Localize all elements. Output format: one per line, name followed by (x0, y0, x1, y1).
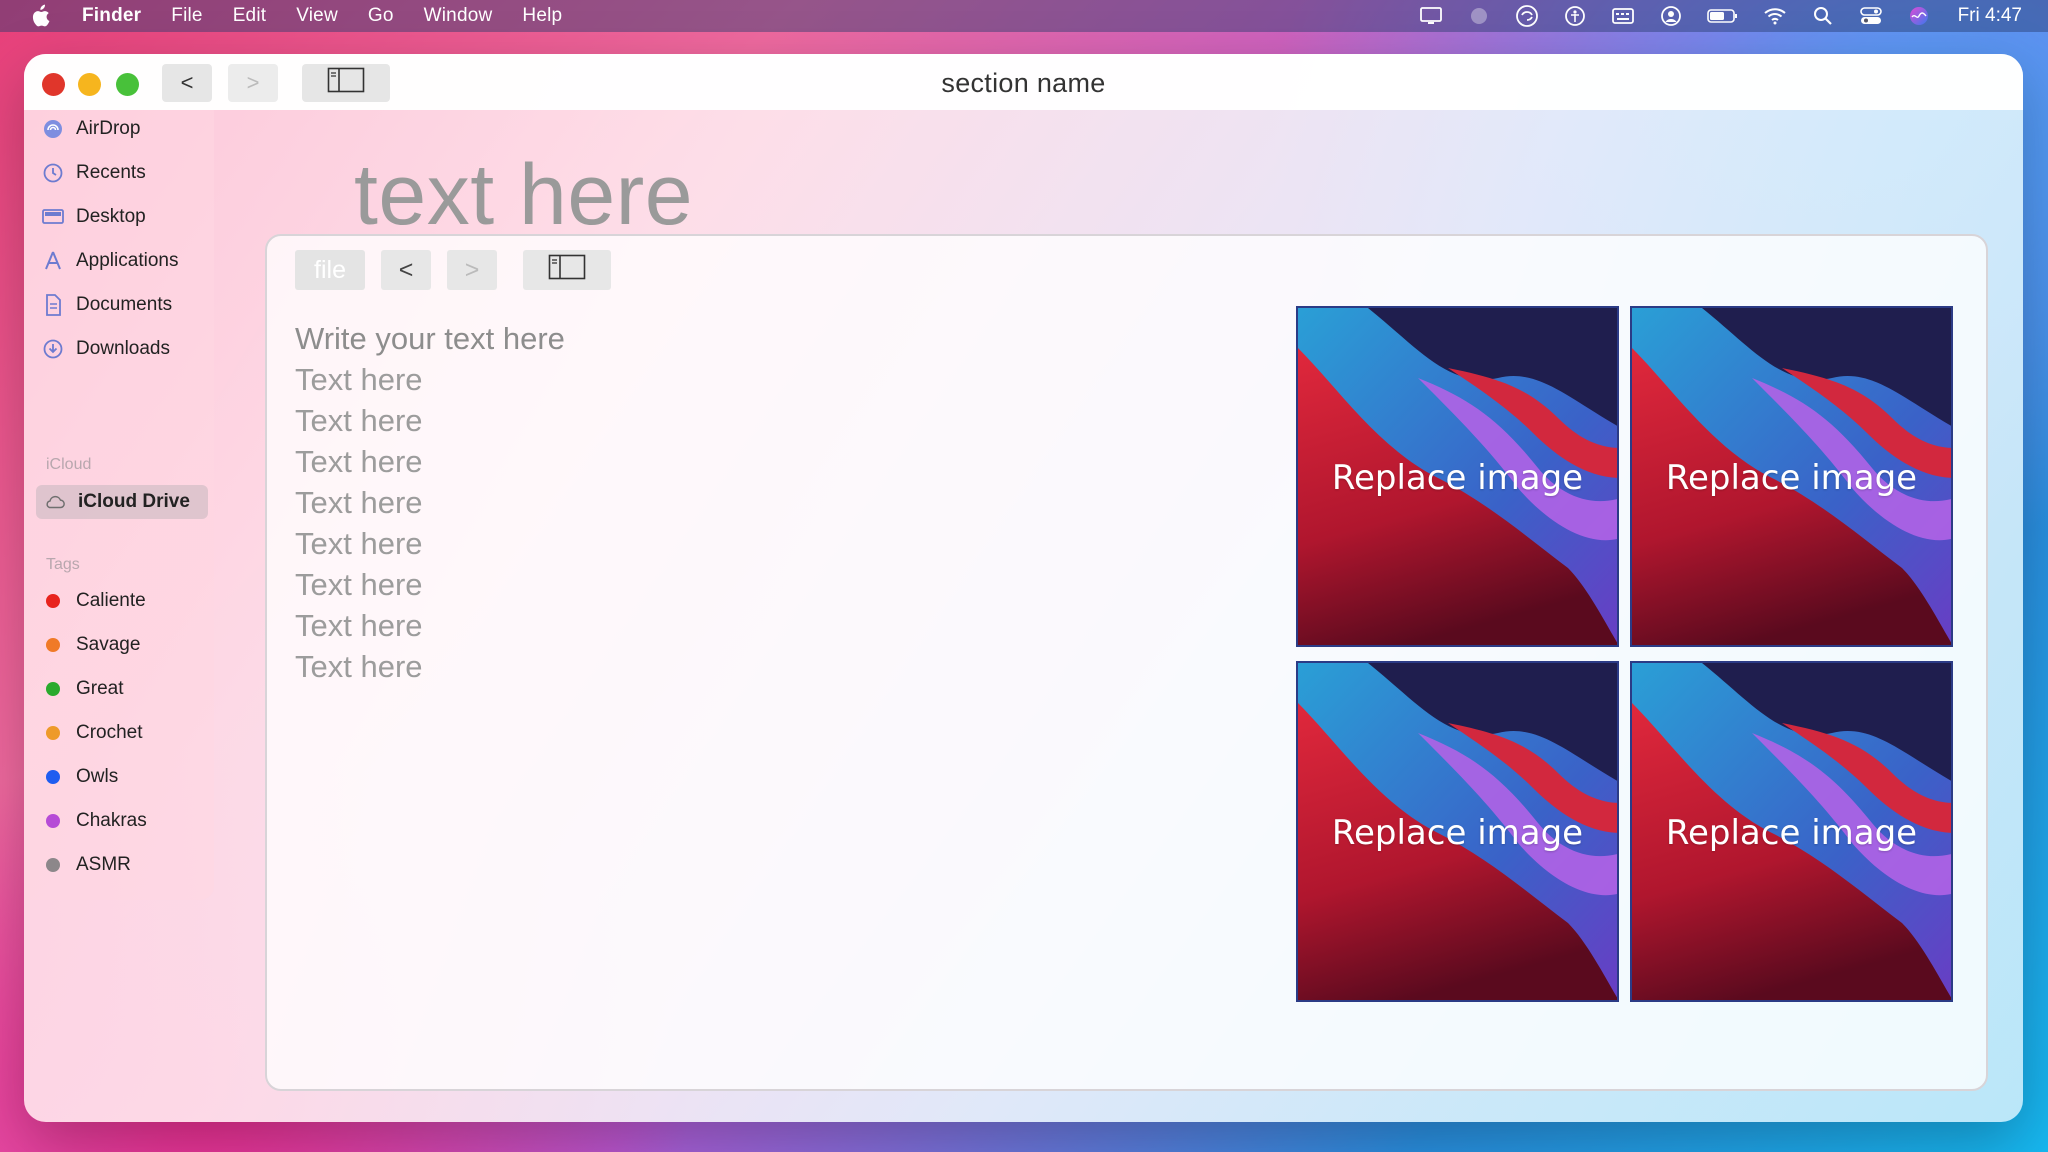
sidebar-item-applications[interactable]: Applications (42, 244, 212, 278)
sidebar-tag-chakras[interactable]: Chakras (42, 804, 212, 838)
image-caption: Replace image (1331, 458, 1584, 498)
sidebar-item-label: Owls (76, 766, 119, 787)
sidebar-item-airdrop[interactable]: AirDrop (42, 112, 212, 146)
tag-dot-icon (46, 770, 60, 784)
menu-edit[interactable]: Edit (233, 5, 267, 27)
control-center-icon[interactable] (1858, 5, 1884, 27)
image-placeholder[interactable]: Replace image (1630, 306, 1953, 647)
sidebar-item-label: Recents (76, 162, 146, 183)
sidebar-item-label: Caliente (76, 590, 146, 611)
menu-help[interactable]: Help (522, 5, 562, 27)
file-button[interactable]: file (295, 250, 365, 290)
text-block: Write your text here Text here Text here… (295, 318, 565, 687)
keyboard-icon[interactable] (1610, 5, 1636, 27)
image-caption: Replace image (1665, 813, 1918, 853)
sidebar-item-documents[interactable]: Documents (42, 288, 212, 322)
apple-logo-icon[interactable] (30, 4, 52, 28)
sidebar-item-label: iCloud Drive (78, 491, 190, 512)
content-panel: file < > Write your text here Text here … (265, 234, 1988, 1091)
search-icon[interactable] (1810, 5, 1836, 27)
sidebar-toggle-icon (548, 254, 586, 287)
sidebar-section-tags: Tags (46, 556, 80, 573)
sidebar-item-desktop[interactable]: Desktop (42, 200, 212, 234)
menu-view[interactable]: View (296, 5, 338, 27)
window-title: section name (941, 68, 1106, 98)
sidebar-tag-crochet[interactable]: Crochet (42, 716, 212, 750)
panel-forward-label: > (464, 255, 480, 284)
text-line[interactable]: Text here (295, 482, 565, 523)
menu-window[interactable]: Window (424, 5, 493, 27)
sidebar-item-recents[interactable]: Recents (42, 156, 212, 190)
sidebar-item-label: AirDrop (76, 118, 141, 139)
sidebar-item-label: Downloads (76, 338, 170, 359)
text-line[interactable]: Text here (295, 359, 565, 400)
sidebar-tag-owls[interactable]: Owls (42, 760, 212, 794)
sidebar-item-downloads[interactable]: Downloads (42, 332, 212, 366)
tag-dot-icon (46, 594, 60, 608)
file-button-label: file (314, 255, 346, 284)
sync-icon[interactable] (1514, 5, 1540, 27)
panel-back-button[interactable]: < (381, 250, 431, 290)
applications-icon (42, 250, 64, 272)
sidebar-tag-great[interactable]: Great (42, 672, 212, 706)
display-icon[interactable] (1418, 5, 1444, 27)
text-line[interactable]: Text here (295, 646, 565, 687)
text-line[interactable]: Text here (295, 441, 565, 482)
finder-window: < > section name AirDrop Recents Desktop… (24, 54, 2023, 1122)
sidebar-item-label: Great (76, 678, 124, 699)
image-placeholder[interactable]: Replace image (1296, 661, 1619, 1002)
tag-dot-icon (46, 858, 60, 872)
image-placeholder[interactable]: Replace image (1630, 661, 1953, 1002)
sidebar-item-icloud-drive[interactable]: iCloud Drive (36, 485, 208, 519)
tag-dot-icon (46, 814, 60, 828)
tag-dot-icon (46, 638, 60, 652)
menu-go[interactable]: Go (368, 5, 394, 27)
sidebar-item-label: Applications (76, 250, 179, 271)
text-line[interactable]: Write your text here (295, 318, 565, 359)
desktop-icon (42, 206, 64, 228)
sidebar-tag-caliente[interactable]: Caliente (42, 584, 212, 618)
sidebar-item-label: Crochet (76, 722, 143, 743)
sidebar-item-label: Chakras (76, 810, 147, 831)
text-line[interactable]: Text here (295, 605, 565, 646)
user-icon[interactable] (1658, 5, 1684, 27)
sidebar-item-label: Desktop (76, 206, 146, 227)
cloud-icon (44, 491, 66, 513)
text-line[interactable]: Text here (295, 564, 565, 605)
airdrop-icon (42, 118, 64, 140)
sidebar-section-icloud: iCloud (46, 456, 92, 473)
image-caption: Replace image (1665, 458, 1918, 498)
menu-bar: Finder File Edit View Go Window Help Fri… (0, 0, 2048, 32)
sidebar-tag-savage[interactable]: Savage (42, 628, 212, 662)
panel-forward-button[interactable]: > (447, 250, 497, 290)
panel-sidebar-toggle-button[interactable] (523, 250, 611, 290)
clock-icon (42, 162, 64, 184)
sidebar-tag-asmr[interactable]: ASMR (42, 848, 212, 882)
text-line[interactable]: Text here (295, 400, 565, 441)
siri-dim-icon[interactable] (1466, 5, 1492, 27)
window-titlebar: < > section name (24, 54, 2023, 110)
panel-back-label: < (398, 255, 414, 284)
menu-app-name[interactable]: Finder (82, 5, 141, 27)
image-placeholder[interactable]: Replace image (1296, 306, 1619, 647)
sidebar-item-label: ASMR (76, 854, 131, 875)
page-heading: text here (354, 147, 694, 243)
sidebar-item-label: Savage (76, 634, 141, 655)
menubar-clock[interactable]: Fri 4:47 (1958, 5, 2022, 27)
sidebar: AirDrop Recents Desktop Applications Doc… (24, 110, 214, 900)
download-icon (42, 338, 64, 360)
accessibility-icon[interactable] (1562, 5, 1588, 27)
wifi-icon[interactable] (1762, 5, 1788, 27)
battery-icon[interactable] (1706, 5, 1740, 27)
sidebar-item-label: Documents (76, 294, 173, 315)
menu-file[interactable]: File (171, 5, 202, 27)
document-icon (42, 294, 64, 316)
tag-dot-icon (46, 682, 60, 696)
image-caption: Replace image (1331, 813, 1584, 853)
tag-dot-icon (46, 726, 60, 740)
siri-icon[interactable] (1906, 5, 1932, 27)
text-line[interactable]: Text here (295, 523, 565, 564)
